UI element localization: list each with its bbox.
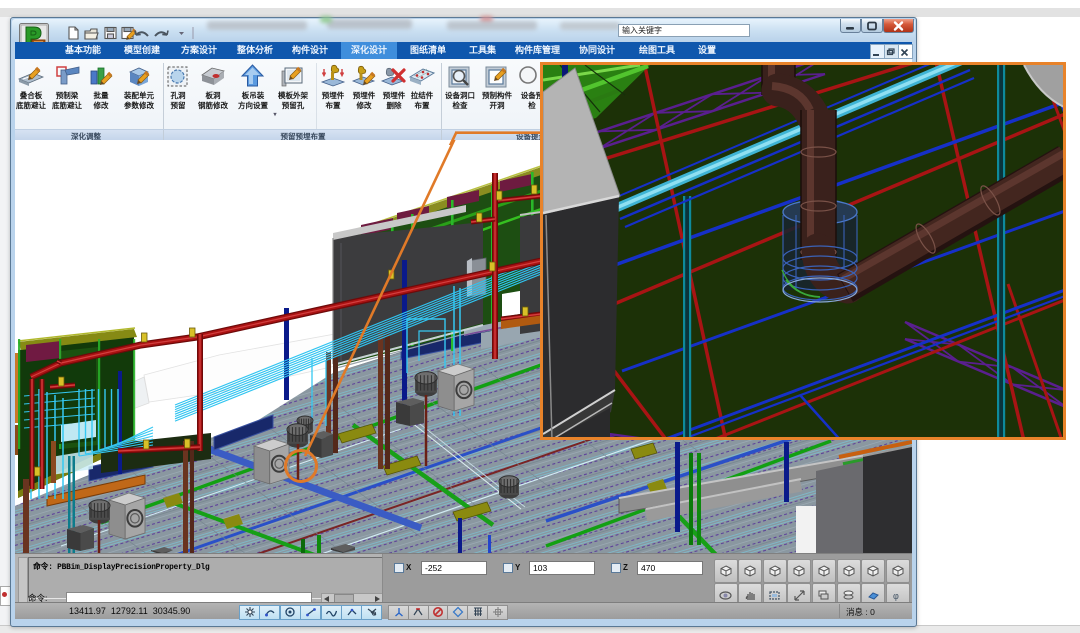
- svg-text:φ: φ: [893, 591, 899, 601]
